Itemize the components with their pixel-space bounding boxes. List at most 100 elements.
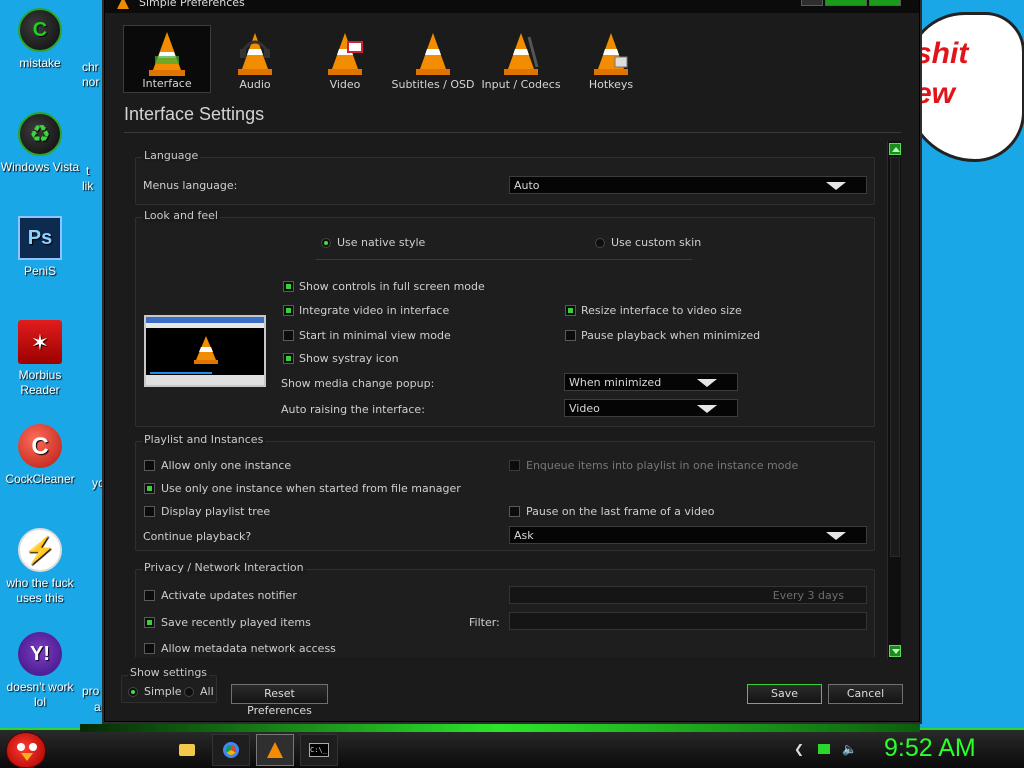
custom-skin-label: Use custom skin	[611, 236, 702, 249]
one-instance-fm-checkbox[interactable]	[144, 483, 155, 494]
metadata-access-checkbox[interactable]	[144, 643, 155, 654]
menus-language-dropdown[interactable]: Auto	[509, 176, 867, 194]
spinbox-value: Every 3 days	[772, 589, 844, 602]
group-title: Language	[142, 149, 201, 162]
continue-playback-dropdown[interactable]: Ask	[509, 526, 867, 544]
pause-minimized-label: Pause playback when minimized	[581, 329, 761, 342]
dropdown-value: Auto	[514, 179, 540, 192]
desktop-icon-windows-vista[interactable]: ♻ Windows Vista	[0, 112, 80, 175]
cancel-button[interactable]: Cancel	[828, 684, 903, 704]
custom-skin-radio[interactable]	[595, 238, 605, 248]
taskbar-vlc-button[interactable]	[256, 734, 294, 766]
subtitles-cone-icon	[411, 29, 455, 77]
tab-input-codecs[interactable]: Input / Codecs	[477, 25, 565, 93]
group-title: Look and feel	[142, 209, 220, 222]
updates-interval-spinbox[interactable]: Every 3 days	[509, 586, 867, 604]
resize-interface-checkbox[interactable]	[565, 305, 576, 316]
partial-icon-label: t	[86, 164, 90, 178]
taskbar-explorer-button[interactable]	[168, 734, 206, 766]
desktop-icon-label: Morbius Reader	[18, 368, 62, 397]
chevron-down-icon	[697, 405, 717, 413]
desktop-icon-label: PeniS	[23, 264, 57, 278]
yahoo-messenger-icon: Y!	[18, 632, 62, 676]
pause-last-frame-checkbox[interactable]	[509, 506, 520, 517]
window-titlebar[interactable]: Simple Preferences	[105, 0, 919, 13]
clock[interactable]: 9:52 AM	[884, 734, 976, 763]
partial-icon-label: a	[94, 700, 101, 714]
scroll-down-arrow-icon[interactable]	[889, 645, 901, 657]
taskbar-cmd-button[interactable]: C:\_	[300, 734, 338, 766]
desktop-icon-bolt[interactable]: ⚡ who the fuck uses this	[0, 528, 80, 606]
reset-preferences-button[interactable]: Reset Preferences	[231, 684, 328, 717]
tab-video[interactable]: Video	[301, 25, 389, 93]
codecs-cone-icon	[499, 29, 543, 77]
fullscreen-controls-checkbox[interactable]	[283, 281, 294, 292]
all-mode-label: All	[200, 685, 214, 698]
interface-cone-icon	[145, 30, 189, 78]
enqueue-checkbox[interactable]	[509, 460, 520, 471]
fullscreen-controls-label: Show controls in full screen mode	[299, 280, 485, 293]
minimize-button[interactable]	[801, 0, 823, 6]
group-title: Playlist and Instances	[142, 433, 266, 446]
scroll-up-arrow-icon[interactable]	[889, 143, 901, 155]
tab-interface[interactable]: Interface	[123, 25, 211, 93]
playlist-tree-checkbox[interactable]	[144, 506, 155, 517]
settings-scroll-area[interactable]: Language Menus language: Auto Look and f…	[135, 147, 887, 657]
minimal-view-checkbox[interactable]	[283, 330, 294, 341]
language-group: Language Menus language: Auto	[135, 149, 875, 205]
partial-icon-label: nor	[82, 75, 100, 89]
partial-icon-label: pro	[82, 684, 100, 698]
enqueue-label: Enqueue items into playlist in one insta…	[526, 459, 799, 472]
close-button[interactable]	[869, 0, 901, 6]
native-style-radio[interactable]	[321, 238, 331, 248]
start-button-bird-icon[interactable]	[6, 732, 46, 768]
tab-subtitles[interactable]: Subtitles / OSD	[389, 25, 477, 93]
save-button[interactable]: Save	[747, 684, 822, 704]
save-recent-label: Save recently played items	[161, 616, 311, 629]
desktop-icon-mistake[interactable]: C mistake	[0, 8, 80, 71]
simple-mode-radio[interactable]	[128, 687, 138, 697]
network-icon[interactable]	[818, 742, 832, 756]
look-and-feel-group: Look and feel Use native style Use custo…	[135, 209, 875, 427]
dropdown-value: Video	[569, 402, 600, 415]
metadata-access-label: Allow metadata network access	[161, 642, 336, 655]
tab-label: Interface	[142, 77, 192, 90]
updates-notifier-checkbox[interactable]	[144, 590, 155, 601]
recycle-bin-icon: ♻	[18, 112, 62, 156]
maximize-button[interactable]	[825, 0, 867, 6]
title-divider	[124, 132, 901, 133]
mistake-app-icon: C	[18, 8, 62, 52]
desktop-icon-yahoo[interactable]: Y! doesn't work lol	[0, 632, 80, 710]
playlist-tree-label: Display playlist tree	[161, 505, 271, 518]
desktop-icon-label: mistake	[19, 56, 61, 70]
tab-hotkeys[interactable]: Hotkeys	[567, 25, 655, 93]
chrome-icon	[223, 742, 239, 758]
hotkeys-cone-icon	[589, 29, 633, 77]
auto-raise-dropdown[interactable]: Video	[564, 399, 738, 417]
desktop-icon-photoshop[interactable]: Ps PeniS	[0, 216, 80, 279]
dropdown-value: When minimized	[569, 376, 662, 389]
style-divider	[316, 259, 692, 260]
settings-scrollbar[interactable]	[887, 141, 901, 659]
filter-input[interactable]	[509, 612, 867, 630]
media-popup-dropdown[interactable]: When minimized	[564, 373, 738, 391]
one-instance-label: Allow only one instance	[161, 459, 292, 472]
taskbar-chrome-button[interactable]	[212, 734, 250, 766]
partial-icon-label: lik	[82, 179, 94, 193]
tab-label: Audio	[239, 78, 271, 91]
show-hidden-icons-icon[interactable]: ❮	[792, 742, 806, 756]
pause-minimized-checkbox[interactable]	[565, 330, 576, 341]
desktop-icon-reader[interactable]: ✶ Morbius Reader	[0, 320, 80, 398]
tab-label: Input / Codecs	[481, 78, 561, 91]
tab-audio[interactable]: Audio	[211, 25, 299, 93]
scrollbar-thumb[interactable]	[890, 157, 900, 557]
dropdown-value: Ask	[514, 529, 534, 542]
save-recent-checkbox[interactable]	[144, 617, 155, 628]
systray-checkbox[interactable]	[283, 353, 294, 364]
desktop-icon-cleaner[interactable]: C CockCleaner	[0, 424, 80, 487]
systray-label: Show systray icon	[299, 352, 399, 365]
integrate-video-checkbox[interactable]	[283, 305, 294, 316]
all-mode-radio[interactable]	[184, 687, 194, 697]
one-instance-checkbox[interactable]	[144, 460, 155, 471]
volume-icon[interactable]: 🔈	[842, 742, 857, 756]
